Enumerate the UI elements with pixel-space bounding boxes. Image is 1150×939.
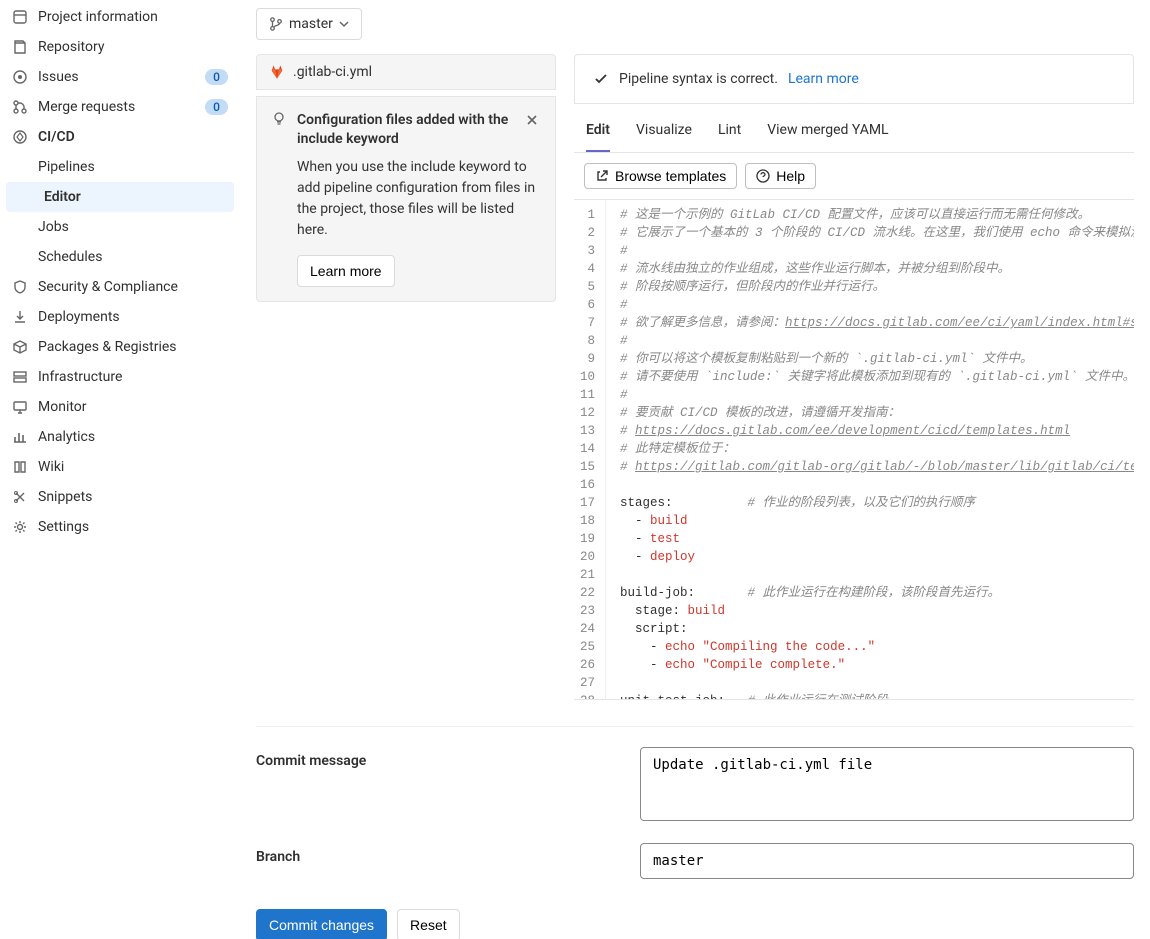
deploy-icon [12,309,28,325]
branch-name: master [289,16,333,32]
close-icon [525,113,539,127]
tip-title: Configuration files added with the inclu… [297,111,513,149]
snippets-icon [12,489,28,505]
infra-icon [12,369,28,385]
sidebar-item-label: Project information [38,9,228,25]
monitor-icon [12,399,28,415]
repo-icon [12,39,28,55]
sidebar-item-deployments[interactable]: Deployments [0,302,240,332]
code-body[interactable]: # 这是一个示例的 GitLab CI/CD 配置文件，应该可以直接运行而无需任… [606,200,1134,699]
branch-selector[interactable]: master [256,8,362,40]
commit-message-label: Commit message [256,747,616,769]
branch-label: Branch [256,843,616,865]
reset-button[interactable]: Reset [397,909,460,939]
sidebar-item-label: Merge requests [38,99,195,115]
sidebar-item-label: Infrastructure [38,369,228,385]
issues-icon [12,69,28,85]
chevron-down-icon [339,19,349,29]
merge-icon [12,99,28,115]
tip-close-button[interactable] [523,111,541,129]
sidebar: Project informationRepositoryIssues0Merg… [0,0,240,939]
branch-icon [269,17,283,31]
tab-view-merged[interactable]: View merged YAML [767,122,888,152]
alert-text: Pipeline syntax is correct. [619,71,778,87]
sidebar-item-label: Editor [44,189,228,205]
line-gutter: 1234567891011121314151617181920212223242… [574,200,606,699]
sidebar-item-security-compliance[interactable]: Security & Compliance [0,272,240,302]
packages-icon [12,339,28,355]
tip-box: Configuration files added with the inclu… [256,96,556,302]
sidebar-item-editor[interactable]: Editor [6,182,234,212]
analytics-icon [12,429,28,445]
sidebar-item-packages-registries[interactable]: Packages & Registries [0,332,240,362]
sidebar-item-label: Monitor [38,399,228,415]
sidebar-item-merge-requests[interactable]: Merge requests 0 [0,92,240,122]
wiki-icon [12,459,28,475]
alert-learn-more-link[interactable]: Learn more [788,71,859,87]
sidebar-item-label: Schedules [38,249,228,265]
count-badge: 0 [205,69,228,85]
bulb-icon [271,111,287,127]
help-icon [756,169,770,183]
sidebar-item-jobs[interactable]: Jobs [0,212,240,242]
sidebar-item-repository[interactable]: Repository [0,32,240,62]
branch-input[interactable] [640,843,1134,879]
file-bar: .gitlab-ci.yml [256,54,556,90]
commit-form: Commit message Update .gitlab-ci.yml fil… [256,726,1134,939]
file-name: .gitlab-ci.yml [293,64,372,80]
sidebar-item-ci-cd[interactable]: CI/CD [0,122,240,152]
sidebar-item-label: Settings [38,519,228,535]
settings-icon [12,519,28,535]
sidebar-item-snippets[interactable]: Snippets [0,482,240,512]
sidebar-item-label: Pipelines [38,159,228,175]
help-button[interactable]: Help [745,163,816,189]
sidebar-item-pipelines[interactable]: Pipelines [0,152,240,182]
project-icon [12,9,28,25]
gitlab-icon [269,64,285,80]
tab-edit[interactable]: Edit [586,122,610,152]
sidebar-item-analytics[interactable]: Analytics [0,422,240,452]
tip-learn-more-button[interactable]: Learn more [297,255,395,287]
count-badge: 0 [205,99,228,115]
sidebar-item-monitor[interactable]: Monitor [0,392,240,422]
security-icon [12,279,28,295]
external-link-icon [595,169,609,183]
main-content: master .gitlab-ci.yml Configuration file… [240,0,1150,939]
sidebar-item-settings[interactable]: Settings [0,512,240,542]
editor-toolbar: Browse templates Help [574,153,1134,200]
sidebar-item-label: Packages & Registries [38,339,228,355]
check-icon [593,71,609,87]
sidebar-item-label: Snippets [38,489,228,505]
sidebar-item-label: Issues [38,69,195,85]
editor-panel: Pipeline syntax is correct. Learn more E… [574,54,1134,700]
tab-lint[interactable]: Lint [718,122,741,152]
sidebar-item-label: Analytics [38,429,228,445]
sidebar-item-wiki[interactable]: Wiki [0,452,240,482]
commit-changes-button[interactable]: Commit changes [256,909,387,939]
code-editor[interactable]: 1234567891011121314151617181920212223242… [574,200,1134,700]
sidebar-item-label: CI/CD [38,129,228,145]
sidebar-item-project-information[interactable]: Project information [0,2,240,32]
browse-templates-button[interactable]: Browse templates [584,163,737,189]
sidebar-item-issues[interactable]: Issues 0 [0,62,240,92]
sidebar-item-label: Jobs [38,219,228,235]
sidebar-item-label: Wiki [38,459,228,475]
sidebar-item-label: Deployments [38,309,228,325]
editor-tabs: Edit Visualize Lint View merged YAML [574,104,1134,153]
commit-message-input[interactable]: Update .gitlab-ci.yml file [640,747,1134,821]
syntax-alert: Pipeline syntax is correct. Learn more [574,54,1134,104]
sidebar-item-schedules[interactable]: Schedules [0,242,240,272]
sidebar-item-label: Security & Compliance [38,279,228,295]
tip-body: When you use the include keyword to add … [297,157,541,241]
cicd-icon [12,129,28,145]
sidebar-item-label: Repository [38,39,228,55]
tab-visualize[interactable]: Visualize [636,122,692,152]
sidebar-item-infrastructure[interactable]: Infrastructure [0,362,240,392]
